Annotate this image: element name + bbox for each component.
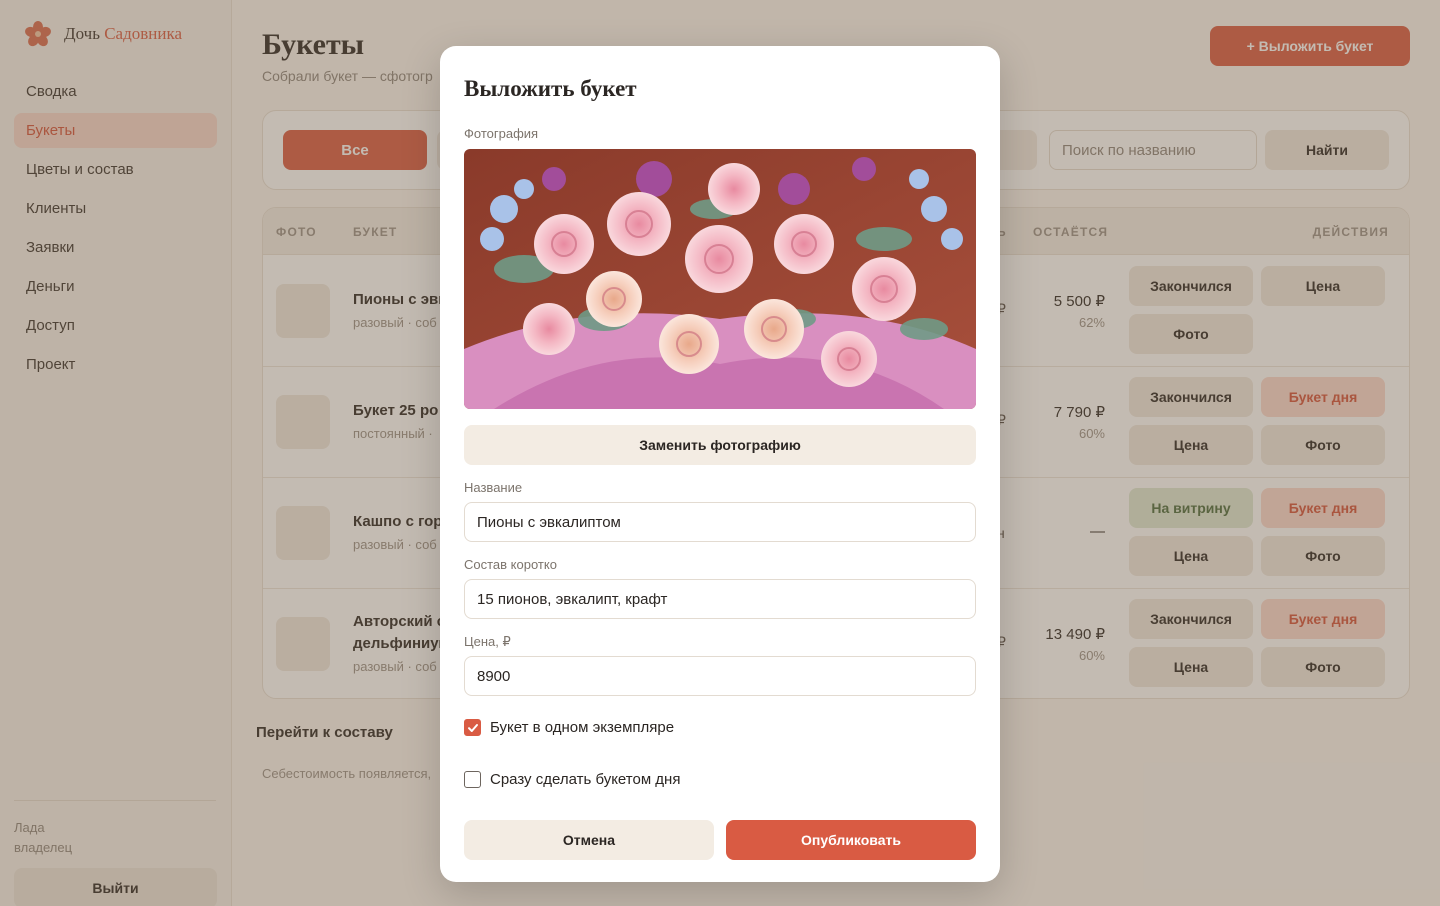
bouquet-photo (464, 149, 976, 409)
publish-button[interactable]: Опубликовать (726, 820, 976, 860)
single-copy-option[interactable]: Букет в одном экземпляре (464, 719, 674, 736)
replace-photo-button[interactable]: Заменить фотографию (464, 425, 976, 465)
bouquet-of-day-label: Сразу сделать букетом дня (490, 771, 681, 788)
composition-label: Состав коротко (464, 557, 557, 572)
name-label: Название (464, 480, 523, 495)
cancel-button[interactable]: Отмена (464, 820, 714, 860)
checkmark-icon (467, 723, 478, 732)
composition-input[interactable]: 15 пионов, эвкалипт, крафт (464, 579, 976, 619)
bouquet-of-day-checkbox[interactable] (464, 771, 481, 788)
price-input[interactable]: 8900 (464, 656, 976, 696)
name-input[interactable]: Пионы с эвкалиптом (464, 502, 976, 542)
photo-label: Фотография (464, 126, 539, 141)
price-label: Цена, ₽ (464, 634, 511, 649)
bouquet-of-day-option[interactable]: Сразу сделать букетом дня (464, 771, 680, 788)
dialog-title: Выложить букет (464, 76, 637, 101)
single-copy-label: Букет в одном экземпляре (490, 719, 675, 736)
single-copy-checkbox[interactable] (464, 719, 481, 736)
publish-bouquet-dialog: Выложить букет Фотография Заменить фотог… (440, 46, 1000, 882)
bouquet-photo-image (464, 149, 976, 409)
